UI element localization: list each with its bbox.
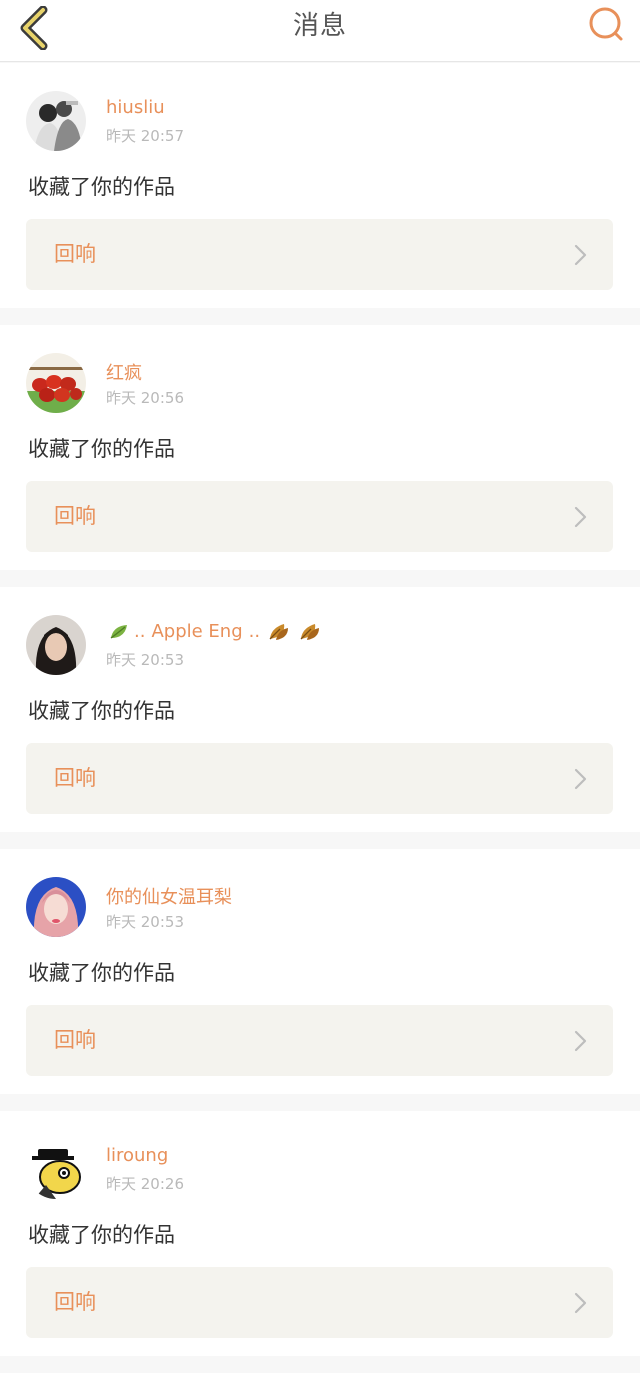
action-text: 收藏了你的作品	[28, 699, 175, 723]
message-card: 你的仙女温耳梨 昨天 20:53 收藏了你的作品 回响	[0, 849, 640, 1094]
chevron-right-icon	[574, 244, 587, 266]
timestamp: 昨天 20:53	[106, 913, 184, 931]
search-icon	[589, 7, 623, 41]
action-text: 收藏了你的作品	[28, 437, 175, 461]
reply-label: 回响	[54, 766, 96, 790]
reply-button[interactable]: 回响	[26, 481, 613, 552]
message-list: hiusliu 昨天 20:57 收藏了你的作品 回响 红疯 昨天 20:56 …	[0, 63, 640, 1373]
reply-button[interactable]: 回响	[26, 1267, 613, 1338]
username[interactable]: hiusliu	[106, 97, 165, 118]
message-card: .. Apple Eng .. 昨天 20:53 收藏了你的作品 回响	[0, 587, 640, 832]
username[interactable]: .. Apple Eng ..	[106, 621, 324, 642]
action-text: 收藏了你的作品	[28, 175, 175, 199]
search-button[interactable]	[584, 2, 628, 46]
chevron-right-icon	[574, 506, 587, 528]
selfie-photo-avatar	[26, 877, 86, 937]
cartoon-detective-avatar	[26, 1139, 86, 1199]
timestamp: 昨天 20:56	[106, 389, 184, 407]
reply-label: 回响	[54, 1290, 96, 1314]
leaf-icon	[110, 624, 127, 639]
page-title: 消息	[292, 11, 347, 41]
username-suffix: ..	[248, 621, 261, 642]
reply-label: 回响	[54, 242, 96, 266]
portrait-photo-avatar	[26, 615, 86, 675]
reply-button[interactable]: 回响	[26, 743, 613, 814]
food-photo-avatar	[26, 353, 86, 413]
reply-label: 回响	[54, 504, 96, 528]
message-card: liroung 昨天 20:26 收藏了你的作品 回响	[0, 1111, 640, 1356]
user-avatar[interactable]	[26, 91, 86, 151]
timestamp: 昨天 20:53	[106, 651, 184, 669]
timestamp: 昨天 20:57	[106, 127, 184, 145]
reply-button[interactable]: 回响	[26, 1005, 613, 1076]
chevron-right-icon	[574, 1030, 587, 1052]
username-prefix: ..	[134, 621, 146, 642]
chevron-right-icon	[574, 768, 587, 790]
action-text: 收藏了你的作品	[28, 961, 175, 985]
username-text: Apple Eng	[151, 621, 243, 642]
user-avatar[interactable]	[26, 877, 86, 937]
top-nav-bar: 消息	[0, 0, 640, 62]
message-card: hiusliu 昨天 20:57 收藏了你的作品 回响	[0, 63, 640, 308]
username[interactable]: 红疯	[106, 359, 142, 385]
action-text: 收藏了你的作品	[28, 1223, 175, 1247]
timestamp: 昨天 20:26	[106, 1175, 184, 1193]
message-card: 红疯 昨天 20:56 收藏了你的作品 回响	[0, 325, 640, 570]
autumn-leaf-icon	[269, 623, 289, 640]
reply-label: 回响	[54, 1028, 96, 1052]
user-avatar[interactable]	[26, 1139, 86, 1199]
user-avatar[interactable]	[26, 615, 86, 675]
couple-photo-avatar	[26, 91, 86, 151]
username[interactable]: liroung	[106, 1145, 168, 1166]
chevron-right-icon	[574, 1292, 587, 1314]
autumn-leaf-icon	[300, 623, 320, 640]
reply-button[interactable]: 回响	[26, 219, 613, 290]
user-avatar[interactable]	[26, 353, 86, 413]
username[interactable]: 你的仙女温耳梨	[106, 883, 232, 909]
